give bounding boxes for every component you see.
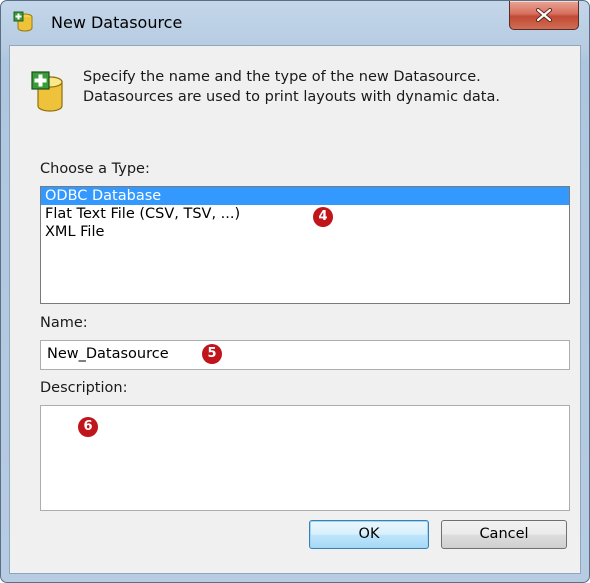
ok-button[interactable]: OK	[309, 520, 429, 549]
name-label: Name:	[40, 315, 88, 331]
list-item-flat-text-file[interactable]: Flat Text File (CSV, TSV, ...)	[41, 205, 569, 223]
window-title: New Datasource	[51, 13, 183, 32]
name-input-value: New_Datasource	[47, 346, 169, 362]
type-label: Choose a Type:	[40, 161, 150, 177]
callout-badge-description: 6	[78, 417, 98, 437]
title-bar[interactable]: New Datasource	[1, 1, 589, 45]
cancel-button[interactable]: Cancel	[441, 520, 567, 549]
new-datasource-dialog: New Datasource Specify the name and the …	[0, 0, 590, 583]
list-item-xml-file[interactable]: XML File	[41, 223, 569, 241]
dialog-body: Specify the name and the type of the new…	[9, 45, 581, 574]
callout-badge-type: 4	[313, 207, 333, 227]
info-description: Specify the name and the type of the new…	[83, 69, 500, 105]
list-item-odbc-database[interactable]: ODBC Database	[41, 187, 569, 205]
description-label: Description:	[40, 380, 128, 396]
callout-badge-name: 5	[202, 344, 222, 364]
close-icon	[536, 8, 552, 22]
close-button[interactable]	[509, 1, 579, 30]
datasource-add-icon	[13, 11, 35, 33]
description-textarea[interactable]	[40, 405, 570, 511]
datasource-info-icon	[31, 70, 65, 114]
name-input[interactable]: New_Datasource	[40, 340, 570, 370]
type-listbox[interactable]: ODBC Database Flat Text File (CSV, TSV, …	[40, 186, 570, 304]
